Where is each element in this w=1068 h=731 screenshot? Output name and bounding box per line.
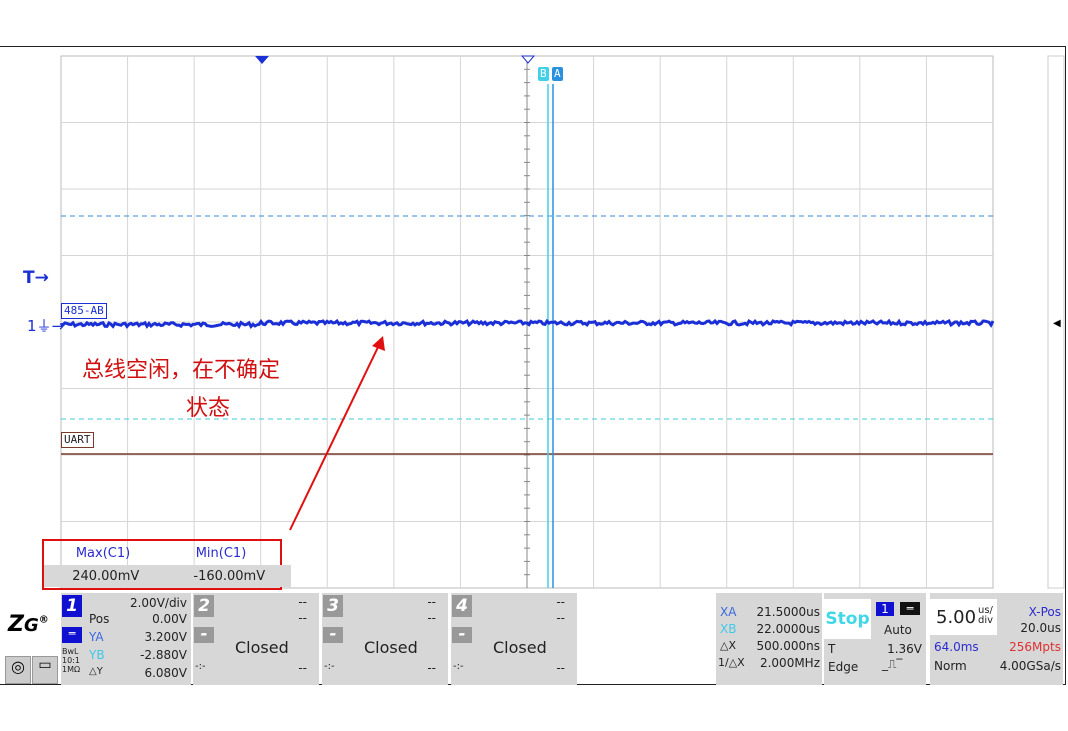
zlg-logo: ZG® [8,612,49,637]
measurement-box: Max(C1) Min(C1) 240.00mV -160.00mV [42,539,291,590]
annotation-line1: 总线空闲，在不确定 [82,358,281,383]
channel-pos: -- [556,611,565,625]
trigger-level-label: T [828,642,836,656]
channel1-panel[interactable]: 1 ═ 2.00V/div Pos 0.00V YA 3.200V YB -2.… [61,593,191,685]
channel-badge[interactable]: 2 [194,595,214,617]
trigger-panel[interactable]: Stop 1 ═ Auto T 1.36V Edge _⎍‾ [824,593,926,685]
impedance: 1MΩ [62,665,81,674]
channel-coupling: -:- [453,661,464,672]
trigger-level: 1.36V [887,642,922,656]
max-header: Max(C1) [75,545,131,561]
channel-scale: -- [556,595,565,609]
scroll-arrow-icon[interactable]: ◀ [1053,318,1061,329]
channel1-badge[interactable]: 1 [62,595,82,617]
timebase-value: 5.00 [936,607,977,628]
yb-label: YB [89,648,105,662]
acquire-mode: Norm [934,659,967,673]
channel-status: Closed [364,638,418,657]
ch1-scale: 2.00V/div [129,596,187,610]
dy-label: △Y [89,666,103,677]
trigger-level-marker[interactable]: T→ [23,268,49,288]
coupling-icon: - [452,626,472,643]
cursor-a-tag[interactable]: A [552,67,563,81]
channel-badge[interactable]: 3 [323,595,343,617]
ch1-pos: 0.00V [152,612,187,626]
inv-dx-label: 1/△X [718,656,745,669]
channel-scale: -- [298,595,307,609]
dy-value: 6.080V [144,666,187,680]
xb-label: XB [720,622,737,636]
channel-pos: -- [427,611,436,625]
xb-value: 22.0000us [756,622,820,636]
sample-rate: 4.00GSa/s [999,659,1061,673]
dx-label: △X [720,639,736,652]
ya-value: 3.200V [144,630,187,644]
channel-pos: -- [298,611,307,625]
cursor-b-tag[interactable]: B [538,67,549,81]
rising-edge-icon: _⎍‾ [882,657,903,671]
uart-label: UART [61,432,94,448]
trigger-source[interactable]: 1 [876,602,894,616]
channel3-panel[interactable]: 3 - -- -- Closed -:- -- [322,593,448,685]
channel-badge[interactable]: 4 [452,595,472,617]
timebase-panel[interactable]: 5.00 us/div X-Pos 20.0us 64.0ms 256Mpts … [930,593,1063,685]
freq-value: 2.000MHz [759,656,820,670]
trigger-type[interactable]: Edge [828,660,858,674]
run-stop-button[interactable]: Stop [824,599,871,639]
xpos-value: 20.0us [1020,621,1061,635]
channel-status: Closed [493,638,547,657]
channel-measure: -- [298,661,307,675]
timebase-button[interactable]: 5.00 us/div [930,599,997,635]
coupling-icon: - [194,626,214,643]
trigger-mode[interactable]: Auto [884,623,912,637]
min-value: -160.00mV [193,568,266,584]
annotation-line2: 状态 [186,396,231,421]
channel-coupling: -:- [195,661,206,672]
xpos-label: X-Pos [1028,605,1061,619]
channel1-offset-marker[interactable]: 1⏚→ [27,315,64,336]
ch1-pos-label: Pos [89,612,110,626]
trace-label: 485-AB [61,303,107,319]
xa-label: XA [720,605,737,619]
min-header: Min(C1) [195,545,247,561]
channel-coupling: -:- [324,661,335,672]
dx-value: 500.000ns [756,639,820,653]
gesture-icon[interactable]: ▭ [32,656,58,684]
timebase-unit-div: div [978,615,994,626]
channel-measure: -- [427,661,436,675]
cursor-panel[interactable]: XA 21.5000us XB 22.0000us △X 500.000ns 1… [716,593,822,685]
max-value: 240.00mV [72,568,140,584]
channel2-panel[interactable]: 2 - -- -- Closed -:- -- [193,593,319,685]
probe-ratio: 10:1 [62,656,80,665]
ya-label: YA [89,630,104,644]
memory-depth: 256Mpts [1009,640,1061,654]
yb-value: -2.880V [140,648,187,662]
bw-limit: BwL [62,647,79,656]
trigger-coupling-icon: ═ [900,602,920,615]
dc-coupling-icon: ═ [62,627,82,643]
channel-scale: -- [427,595,436,609]
channel4-panel[interactable]: 4 - -- -- Closed -:- -- [451,593,577,685]
coupling-icon: - [323,626,343,643]
xa-value: 21.5000us [756,605,820,619]
touch-icon[interactable]: ◎ [5,656,31,684]
channel-status: Closed [235,638,289,657]
channel-measure: -- [556,661,565,675]
record-span: 64.0ms [934,640,979,654]
